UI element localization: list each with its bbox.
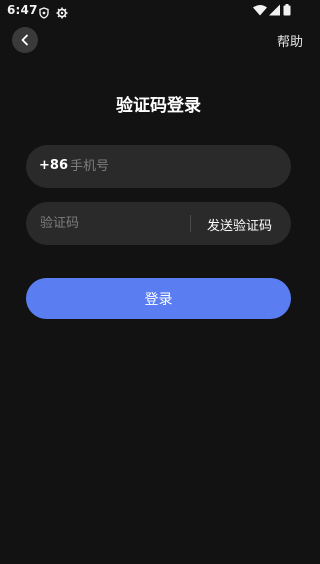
help-link[interactable]: 帮助 [277,31,303,50]
verification-code-input[interactable] [40,202,185,245]
country-code[interactable]: +86 [39,158,68,173]
phone-input[interactable] [70,145,270,188]
signal-icon [269,4,280,16]
back-button[interactable] [12,27,38,53]
status-time: 6:47 [7,3,38,17]
chevron-left-icon [20,31,30,50]
settings-gear-icon [56,4,68,19]
status-bar: 6:47 [0,0,317,22]
status-icons [253,4,295,16]
field-divider [190,215,191,232]
page-title: 验证码登录 [116,96,201,116]
battery-icon [283,4,291,16]
send-code-button[interactable]: 发送验证码 [207,215,272,234]
login-button[interactable]: 登录 [26,278,291,319]
phone-field: +86 [26,145,291,188]
wifi-icon [253,5,267,16]
shield-icon [38,4,50,19]
verification-code-field: 发送验证码 [26,202,291,245]
